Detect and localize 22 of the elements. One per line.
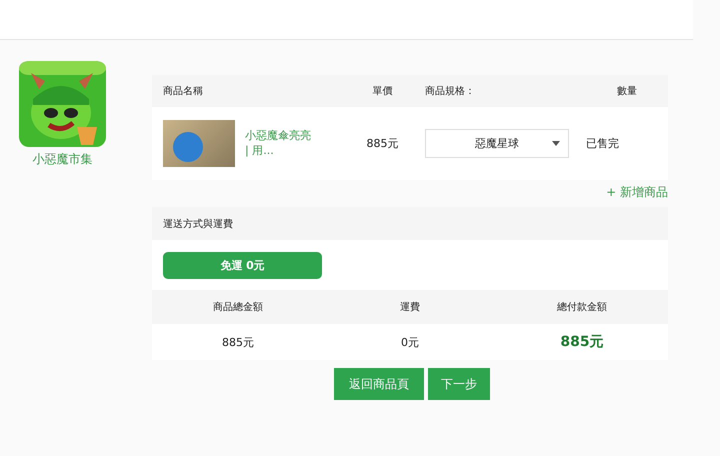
amount-value: 885元 bbox=[221, 334, 255, 350]
total-amount: 885元 bbox=[559, 333, 605, 351]
store-name[interactable]: 小惡魔市集 bbox=[32, 151, 92, 168]
back-button[interactable]: 返回商品頁 bbox=[334, 368, 424, 400]
quantity-status: 已售完 bbox=[586, 136, 620, 151]
photo-placeholder bbox=[163, 120, 235, 167]
column-header: 商品總金額 bbox=[212, 300, 264, 314]
column-header: 數量 bbox=[616, 85, 638, 98]
shipping-option-button[interactable]: 免運 0元 bbox=[163, 252, 322, 278]
product-name-link[interactable]: 小惡魔傘亮亮 | 用... bbox=[245, 129, 311, 158]
column-header: 單價 bbox=[372, 85, 394, 98]
column-header: 運費 bbox=[399, 300, 421, 314]
spec-dropdown[interactable]: 惡魔星球 bbox=[425, 129, 569, 158]
caret-icon bbox=[552, 141, 560, 146]
amount-value: 0元 bbox=[400, 334, 420, 350]
column-header: 總付款金額 bbox=[556, 300, 608, 314]
add-product-link[interactable]: + 新增商品 bbox=[606, 184, 668, 201]
column-header: 商品規格： bbox=[425, 84, 476, 98]
section-header: 運送方式與運費 bbox=[152, 207, 668, 240]
unit-price: 885元 bbox=[366, 136, 400, 151]
next-button[interactable]: 下一步 bbox=[428, 368, 490, 400]
column-header: 商品名稱 bbox=[162, 84, 204, 98]
